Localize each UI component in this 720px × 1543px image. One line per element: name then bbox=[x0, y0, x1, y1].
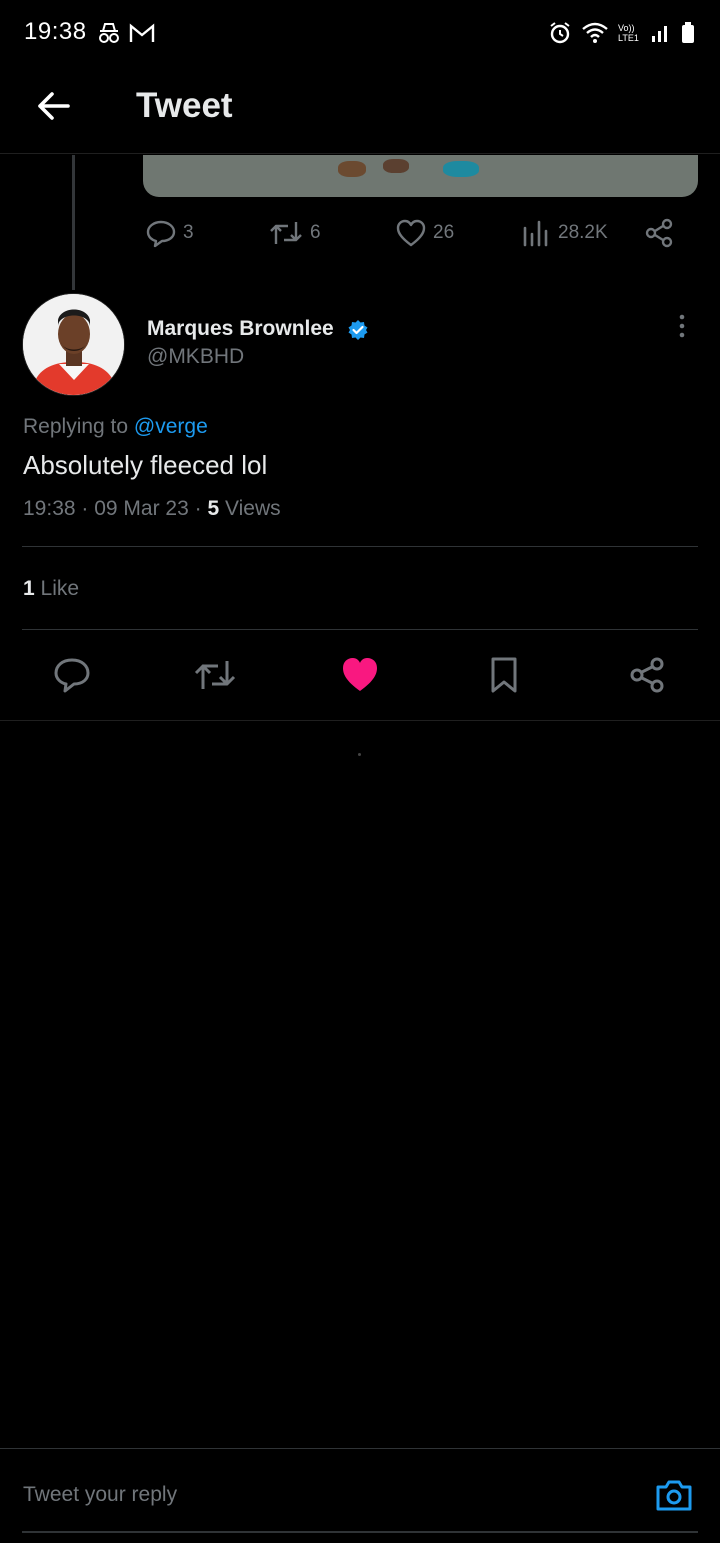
bookmark-button[interactable] bbox=[481, 652, 527, 698]
gmail-icon bbox=[129, 23, 155, 42]
previous-view-count: 28.2K bbox=[558, 222, 608, 243]
reply-input[interactable] bbox=[23, 1483, 623, 1507]
reply-underline bbox=[22, 1531, 698, 1533]
incognito-icon bbox=[99, 23, 119, 43]
avatar[interactable] bbox=[22, 293, 125, 396]
previous-like-count: 26 bbox=[433, 222, 455, 243]
share-icon bbox=[645, 218, 673, 248]
tweet-actions bbox=[0, 652, 720, 702]
verified-badge-icon bbox=[348, 320, 368, 340]
tweet-text: Absolutely fleeced lol bbox=[23, 450, 268, 480]
header: Tweet bbox=[0, 66, 720, 154]
likes-count: 1 bbox=[23, 577, 35, 600]
retweet-icon bbox=[270, 222, 302, 244]
status-left-icons bbox=[96, 20, 156, 46]
likes-label: Like bbox=[34, 577, 80, 600]
replying-to: Replying to @verge bbox=[23, 415, 208, 439]
previous-tweet-actions: 3 6 26 28.2K bbox=[145, 218, 685, 252]
like-button[interactable] bbox=[337, 652, 383, 698]
tweet-date[interactable]: 09 Mar 23 bbox=[94, 497, 189, 520]
reply-icon bbox=[146, 220, 176, 248]
bookmark-icon bbox=[491, 657, 517, 693]
previous-reply-count: 3 bbox=[183, 222, 194, 243]
previous-reply-button[interactable]: 3 bbox=[145, 218, 194, 248]
heart-filled-icon bbox=[343, 658, 377, 691]
replying-to-prefix: Replying to bbox=[23, 415, 134, 438]
previous-like-button[interactable]: 26 bbox=[395, 218, 454, 248]
previous-tweet-image[interactable] bbox=[143, 155, 698, 197]
alarm-icon bbox=[550, 22, 570, 44]
share-button[interactable] bbox=[624, 652, 670, 698]
replying-to-mention[interactable]: @verge bbox=[134, 415, 208, 438]
divider bbox=[0, 720, 720, 721]
page-title: Tweet bbox=[136, 86, 233, 125]
tweet-time[interactable]: 19:38 bbox=[23, 497, 76, 520]
previous-retweet-button[interactable]: 6 bbox=[268, 218, 321, 248]
avatar-portrait-icon bbox=[23, 294, 124, 395]
volte-icon: Vo)) LTE1 bbox=[618, 23, 639, 43]
status-bar: 19:38 Vo)) LTE1 bbox=[0, 0, 720, 66]
battery-icon bbox=[682, 22, 694, 43]
likes-summary[interactable]: 1 Like bbox=[23, 577, 79, 601]
previous-share-button[interactable] bbox=[643, 218, 675, 248]
views-bar-chart-icon bbox=[523, 220, 548, 247]
retweet-button[interactable] bbox=[192, 652, 238, 698]
heart-outline-icon bbox=[396, 219, 426, 247]
wifi-icon bbox=[582, 22, 608, 43]
retweet-icon bbox=[194, 661, 236, 689]
tweet-meta: 19:38 · 09 Mar 23 · 5 Views bbox=[23, 497, 281, 520]
views-count: 5 bbox=[207, 497, 220, 520]
more-options-icon[interactable] bbox=[672, 312, 692, 340]
reply-button[interactable] bbox=[49, 652, 95, 698]
signal-icon bbox=[652, 26, 667, 42]
loading-indicator bbox=[358, 753, 361, 756]
previous-retweet-count: 6 bbox=[310, 222, 321, 243]
author-handle[interactable]: @MKBHD bbox=[147, 345, 244, 369]
share-icon bbox=[630, 657, 664, 693]
back-arrow-icon[interactable] bbox=[34, 86, 74, 126]
status-time: 19:38 bbox=[24, 18, 87, 45]
previous-views-button[interactable]: 28.2K bbox=[520, 218, 608, 248]
author-name[interactable]: Marques Brownlee bbox=[147, 317, 334, 341]
divider bbox=[22, 629, 698, 630]
camera-icon[interactable] bbox=[654, 1477, 694, 1513]
reply-icon bbox=[54, 658, 90, 693]
status-right-icons: Vo)) LTE1 bbox=[548, 20, 696, 46]
thread-line bbox=[72, 155, 75, 290]
divider bbox=[22, 546, 698, 547]
views-label: Views bbox=[219, 497, 281, 520]
